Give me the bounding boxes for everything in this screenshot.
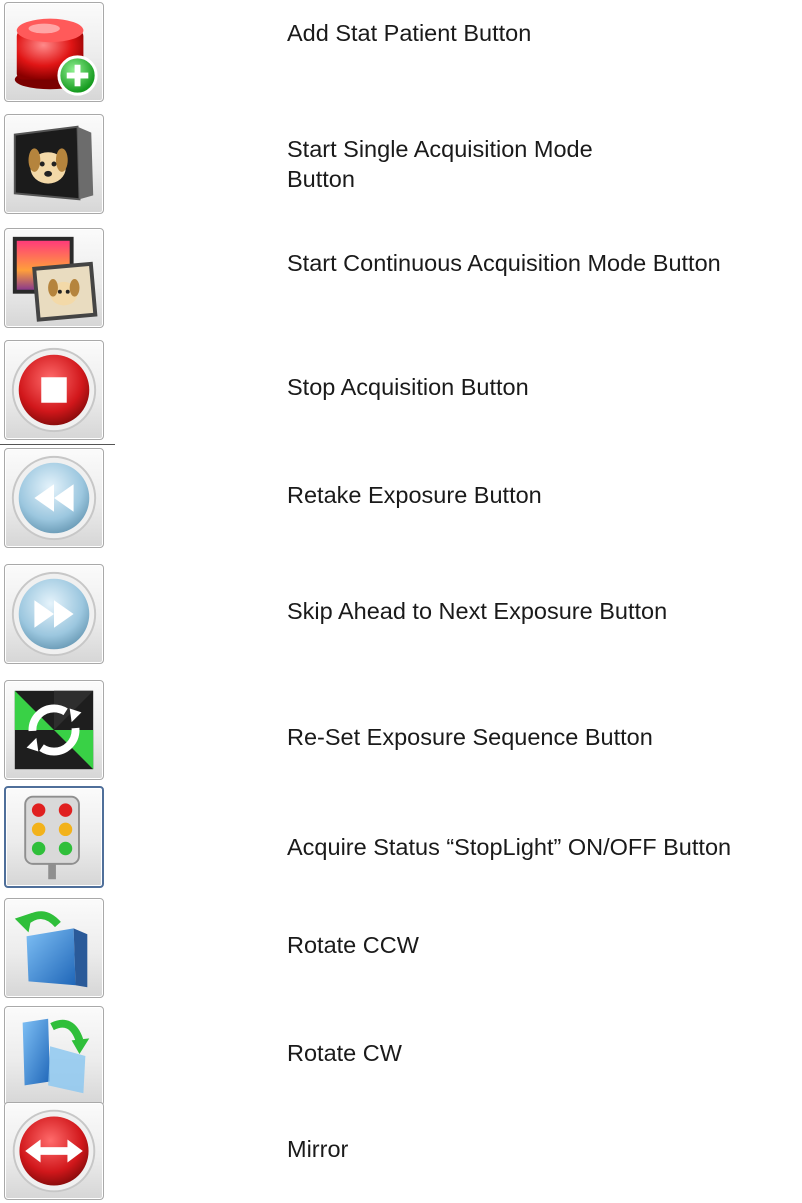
stop-acquisition-button[interactable] [4, 340, 104, 440]
rotate-ccw-icon [14, 911, 88, 988]
rotate-cw-icon [22, 1018, 90, 1094]
reset-sequence-button[interactable] [4, 680, 104, 780]
label-mirror: Mirror [287, 1136, 349, 1162]
skip-ahead-button[interactable] [4, 564, 104, 664]
mirror-icon [12, 1109, 96, 1193]
single-acquisition-button[interactable] [4, 114, 104, 214]
stoplight-toggle-button[interactable] [4, 786, 104, 888]
label-reset-sequence: Re-Set Exposure Sequence Button [287, 724, 653, 750]
label-stop-acquisition: Stop Acquisition Button [287, 374, 529, 400]
label-continuous-acquisition: Start Continuous Acquisition Mode Button [287, 250, 721, 276]
rotate-cw-button[interactable] [4, 1006, 104, 1106]
single-acquisition-icon [13, 125, 94, 201]
continuous-acquisition-button[interactable] [4, 228, 104, 328]
label-stoplight: Acquire Status “StopLight” ON/OFF Button [287, 834, 732, 860]
label-single-acquisition: Start Single Acquisition Mode Button [287, 136, 593, 192]
rewind-icon [11, 455, 97, 541]
label-skip-ahead: Skip Ahead to Next Exposure Button [287, 598, 668, 624]
retake-exposure-button[interactable] [4, 448, 104, 548]
label-retake-exposure: Retake Exposure Button [287, 482, 542, 508]
reset-sequence-icon [14, 690, 94, 770]
label-rotate-cw: Rotate CW [287, 1040, 402, 1066]
label-rotate-ccw: Rotate CCW [287, 932, 419, 958]
label-add-stat-patient: Add Stat Patient Button [287, 20, 532, 46]
add-stat-patient-button[interactable] [4, 2, 104, 102]
continuous-acquisition-icon [12, 236, 98, 322]
stop-icon [11, 347, 97, 433]
rotate-ccw-button[interactable] [4, 898, 104, 998]
divider-line [0, 444, 115, 445]
fast-forward-icon [11, 571, 97, 657]
mirror-button[interactable] [4, 1102, 104, 1200]
stat-siren-add-icon [14, 18, 98, 96]
stoplight-icon [24, 795, 80, 880]
